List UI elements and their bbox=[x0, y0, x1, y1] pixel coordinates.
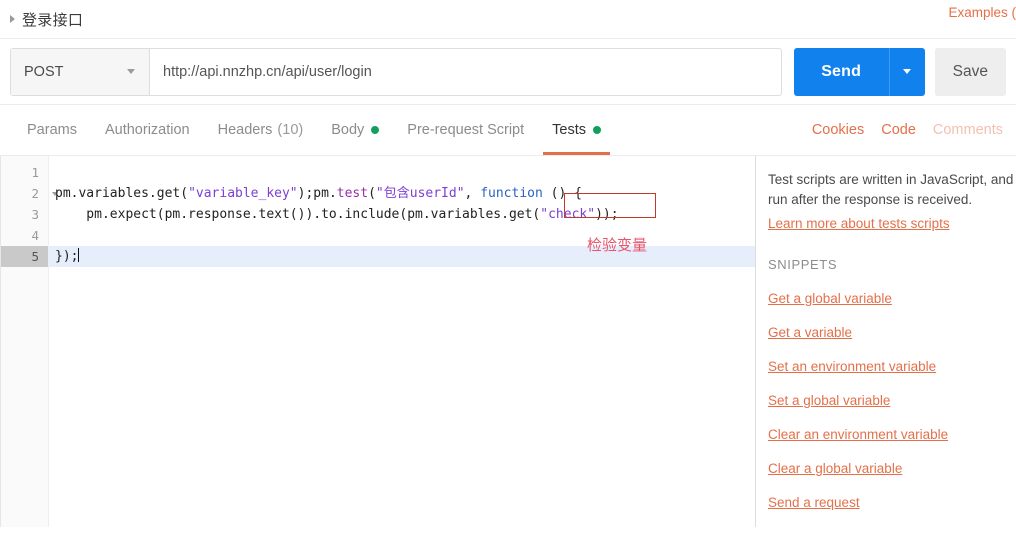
tabs-right-links: Cookies Code Comments bbox=[795, 105, 1003, 155]
code-token: pm.variables.get( bbox=[55, 186, 189, 201]
tab-pre-request-script[interactable]: Pre-request Script bbox=[393, 105, 538, 155]
save-button[interactable]: Save bbox=[934, 47, 1006, 96]
active-tab-underline bbox=[543, 152, 610, 155]
code-token: pm.expect(pm.response.text()).to.include… bbox=[55, 207, 541, 222]
code-line[interactable]: pm.variables.get("variable_key");pm.test… bbox=[49, 183, 755, 204]
tab-label: Body bbox=[331, 122, 365, 138]
main-content: 1 2 3 4 5 pm.variables.get("variable_key… bbox=[0, 156, 1016, 527]
http-method-value: POST bbox=[24, 63, 64, 80]
line-number-text: 2 bbox=[31, 186, 39, 201]
snippet-set-an-environment-variable[interactable]: Set an environment variable bbox=[768, 359, 1016, 374]
tab-tests[interactable]: Tests bbox=[538, 105, 615, 155]
status-dot-icon bbox=[592, 126, 601, 134]
tab-authorization[interactable]: Authorization bbox=[91, 105, 204, 155]
tab-label: Params bbox=[27, 122, 77, 138]
cookies-link[interactable]: Cookies bbox=[812, 122, 864, 138]
caret-right-icon[interactable] bbox=[10, 15, 15, 23]
status-dot-icon bbox=[371, 126, 380, 134]
chevron-down-icon bbox=[903, 69, 912, 74]
tab-label: Pre-request Script bbox=[407, 122, 525, 138]
snippet-set-a-global-variable[interactable]: Set a global variable bbox=[768, 393, 1016, 408]
editor-code-area[interactable]: pm.variables.get("variable_key");pm.test… bbox=[49, 156, 755, 527]
chevron-down-icon bbox=[127, 69, 135, 74]
code-token: ( bbox=[368, 186, 376, 201]
tab-label: Authorization bbox=[104, 122, 190, 138]
code-token: , bbox=[464, 186, 481, 201]
tab-headers-count: (10) bbox=[277, 122, 304, 138]
code-token: "包含userId" bbox=[375, 186, 465, 201]
request-url-input[interactable] bbox=[150, 48, 781, 95]
request-url-row: POST Send Save bbox=[0, 38, 1016, 104]
code-token: function bbox=[480, 186, 543, 201]
send-button-group: Send bbox=[793, 47, 925, 96]
send-options-button[interactable] bbox=[888, 47, 925, 96]
http-method-select[interactable]: POST bbox=[11, 48, 150, 95]
code-token: () { bbox=[542, 186, 582, 201]
tab-headers[interactable]: Headers (10) bbox=[204, 105, 318, 155]
code-link[interactable]: Code bbox=[881, 122, 916, 138]
tests-script-editor[interactable]: 1 2 3 4 5 pm.variables.get("variable_key… bbox=[0, 156, 756, 527]
text-cursor bbox=[78, 248, 80, 262]
snippet-clear-an-environment-variable[interactable]: Clear an environment variable bbox=[768, 427, 1016, 442]
examples-link[interactable]: Examples ( bbox=[948, 5, 1016, 20]
code-token: )); bbox=[595, 207, 619, 222]
method-url-group: POST bbox=[10, 47, 782, 96]
line-number: 4 bbox=[31, 228, 39, 243]
code-token: );pm. bbox=[297, 186, 337, 201]
request-titlebar: 登录接口 Examples ( bbox=[0, 0, 1016, 38]
snippet-get-a-global-variable[interactable]: Get a global variable bbox=[768, 291, 1016, 306]
tests-help-sidebar: Test scripts are written in JavaScript, … bbox=[756, 156, 1016, 527]
annotation-note: 检验变量 bbox=[587, 236, 648, 254]
comments-link[interactable]: Comments bbox=[933, 122, 1003, 138]
help-description-line-1: Test scripts are written in JavaScript, … bbox=[768, 172, 1016, 187]
tab-label: Tests bbox=[552, 122, 586, 138]
line-number-active: 5 bbox=[1, 246, 48, 267]
line-number: 1 bbox=[31, 165, 39, 180]
learn-more-link[interactable]: Learn more about tests scripts bbox=[768, 216, 1016, 231]
code-token: "variable_key" bbox=[188, 186, 298, 201]
snippet-clear-a-global-variable[interactable]: Clear a global variable bbox=[768, 461, 1016, 476]
tab-body[interactable]: Body bbox=[317, 105, 393, 155]
code-line[interactable] bbox=[49, 162, 755, 183]
editor-gutter: 1 2 3 4 5 bbox=[1, 156, 58, 527]
snippets-heading: SNIPPETS bbox=[768, 257, 838, 272]
code-line[interactable]: pm.expect(pm.response.text()).to.include… bbox=[49, 204, 755, 225]
tab-params[interactable]: Params bbox=[13, 105, 91, 155]
code-token: }); bbox=[55, 249, 79, 264]
help-description-line-2: run after the response is received. bbox=[768, 192, 973, 207]
send-button[interactable]: Send bbox=[794, 48, 889, 96]
tab-label: Headers bbox=[217, 122, 273, 138]
code-line-active[interactable]: }); bbox=[49, 246, 755, 267]
request-tabs: Params Authorization Headers (10) Body P… bbox=[0, 104, 1016, 156]
line-number: 2 bbox=[1, 183, 58, 204]
code-token: "check" bbox=[540, 207, 596, 222]
snippet-send-a-request[interactable]: Send a request bbox=[768, 495, 1016, 510]
snippet-get-a-variable[interactable]: Get a variable bbox=[768, 325, 1016, 340]
request-name: 登录接口 bbox=[22, 11, 84, 29]
line-number: 3 bbox=[31, 207, 39, 222]
code-token: test bbox=[336, 186, 369, 201]
code-line[interactable] bbox=[49, 225, 755, 246]
